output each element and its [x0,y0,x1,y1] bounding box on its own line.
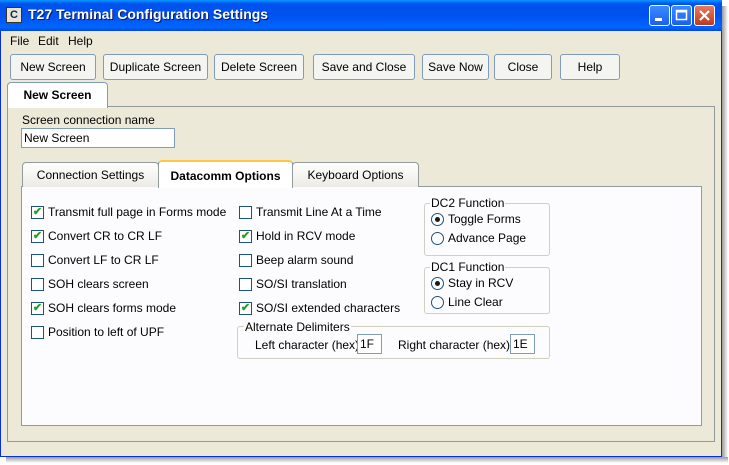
close-window-button[interactable] [694,5,715,26]
close-button[interactable]: Close [494,54,552,80]
maximize-button[interactable] [671,5,692,26]
checkbox-soh-clears-forms[interactable]: ✔ [31,302,44,315]
minimize-button[interactable] [649,5,670,26]
checkbox-label: Position to left of UPF [48,325,165,339]
checkbox-beep-alarm[interactable] [239,254,252,267]
window-shadow-bottom [6,457,728,463]
checkbox-sosi-translation[interactable] [239,278,252,291]
checkbox-transmit-line[interactable] [239,206,252,219]
checkbox-label: Transmit full page in Forms mode [48,205,227,219]
help-button[interactable]: Help [560,54,620,80]
minimize-icon [655,18,662,21]
dc2-function-title: DC2 Function [430,196,506,210]
checkbox-label: Beep alarm sound [256,253,354,267]
check-icon: ✔ [240,230,251,242]
alternate-delimiters-title: Alternate Delimiters [244,320,351,334]
checkbox-soh-clears-screen[interactable] [31,278,44,291]
right-character-input[interactable] [510,334,535,354]
checkbox-convert-lf[interactable] [31,254,44,267]
check-icon: ✔ [32,206,43,218]
checkbox-label: Convert CR to CR LF [48,229,163,243]
checkbox-label: SO/SI extended characters [256,301,401,315]
tab-datacomm-options[interactable]: Datacomm Options [158,160,293,188]
radio-line-clear[interactable] [431,296,444,309]
checkbox-label: Transmit Line At a Time [256,205,382,219]
checkbox-label: Convert LF to CR LF [48,253,159,267]
dc2-function-group [424,203,550,256]
connection-name-input[interactable] [21,128,175,148]
save-and-close-button[interactable]: Save and Close [313,54,415,80]
checkbox-label: Hold in RCV mode [256,229,356,243]
checkbox-transmit-full-page[interactable]: ✔ [31,206,44,219]
menu-edit[interactable]: Edit [38,34,59,48]
radio-label: Line Clear [448,295,503,309]
menu-bar [1,31,721,51]
radio-advance-page[interactable] [431,232,444,245]
check-icon: ✔ [240,302,251,314]
checkbox-hold-rcv[interactable]: ✔ [239,230,252,243]
checkbox-label: SOH clears forms mode [48,301,177,315]
dc1-function-title: DC1 Function [430,260,506,274]
left-character-input[interactable] [357,334,382,354]
checkbox-position-left-upf[interactable] [31,326,44,339]
save-now-button[interactable]: Save Now [422,54,489,80]
tab-keyboard-options[interactable]: Keyboard Options [292,162,419,187]
maximize-icon [675,9,688,21]
menu-file[interactable]: File [10,34,29,48]
radio-stay-in-rcv[interactable] [431,277,444,290]
delete-screen-button[interactable]: Delete Screen [214,54,304,80]
close-icon [699,10,710,21]
tab-new-screen[interactable]: New Screen [7,82,108,108]
tab-connection-settings[interactable]: Connection Settings [22,162,159,187]
app-icon: C [6,7,22,23]
checkbox-convert-cr[interactable]: ✔ [31,230,44,243]
radio-label: Toggle Forms [448,212,521,226]
checkbox-label: SOH clears screen [48,277,149,291]
left-character-label: Left character (hex) [255,338,360,352]
duplicate-screen-button[interactable]: Duplicate Screen [103,54,208,80]
radio-label: Advance Page [448,231,527,245]
right-character-label: Right character (hex) [398,338,511,352]
radio-toggle-forms[interactable] [431,213,444,226]
checkbox-sosi-extended[interactable]: ✔ [239,302,252,315]
check-icon: ✔ [32,230,43,242]
check-icon: ✔ [32,302,43,314]
menu-help[interactable]: Help [68,34,93,48]
connection-name-label: Screen connection name [22,113,155,127]
window-shadow-right [722,6,728,461]
checkbox-label: SO/SI translation [256,277,347,291]
new-screen-button[interactable]: New Screen [10,54,96,80]
window-title: T27 Terminal Configuration Settings [28,6,269,22]
radio-label: Stay in RCV [448,276,514,290]
